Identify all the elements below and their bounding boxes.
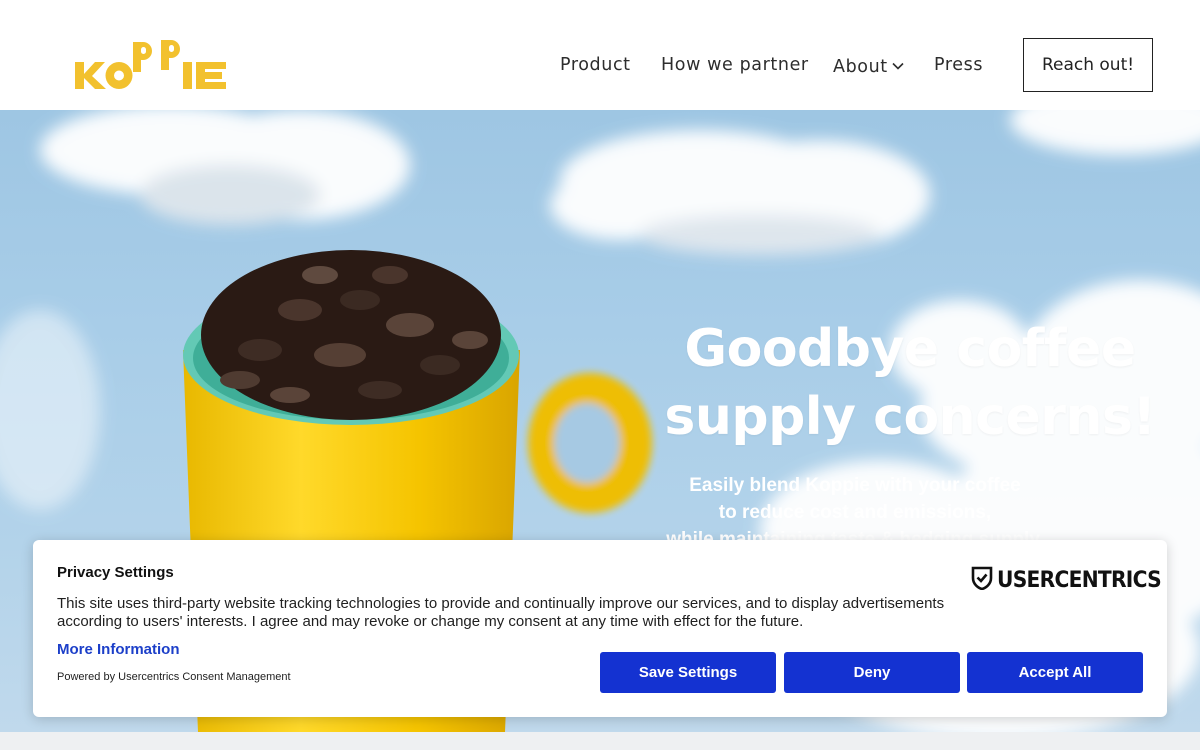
reach-out-button[interactable]: Reach out! — [1023, 38, 1153, 92]
usercentrics-wordmark: USERCENTRICS — [997, 567, 1162, 593]
hero-sub-line-2: to reduce cost and emissions, — [718, 502, 992, 523]
coffee-beans — [201, 250, 501, 420]
site-header: Product How we partner About Press Reach… — [0, 0, 1200, 110]
chevron-down-icon — [892, 55, 904, 75]
nav-about-label: About — [833, 57, 888, 77]
page-bottom-strip — [0, 732, 1200, 750]
privacy-consent-banner: Privacy Settings This site uses third-pa… — [33, 540, 1167, 717]
hero-headline-line-1: Goodbye coffee — [684, 319, 1136, 379]
consent-title: Privacy Settings — [57, 564, 174, 581]
powered-by-text: Powered by Usercentrics Consent Manageme… — [57, 671, 291, 683]
koppie-logo[interactable] — [73, 36, 229, 94]
hero-headline-line-2: supply concerns! — [664, 387, 1156, 447]
consent-text: This site uses third-party website track… — [57, 595, 945, 630]
usercentrics-logo: USERCENTRICS — [971, 566, 1175, 595]
nav-press[interactable]: Press — [934, 55, 983, 77]
accept-all-button[interactable]: Accept All — [967, 652, 1143, 693]
save-settings-button[interactable]: Save Settings — [600, 652, 776, 693]
usercentrics-shield-icon — [971, 566, 993, 595]
more-information-link[interactable]: More Information — [57, 641, 180, 658]
nav-about[interactable]: About — [833, 55, 904, 77]
hero-headline: Goodbye coffee supply concerns! — [640, 315, 1180, 451]
nav-product[interactable]: Product — [560, 55, 631, 77]
hero-sub-line-1: Easily blend Koppie with your coffee — [689, 475, 1021, 496]
deny-button[interactable]: Deny — [784, 652, 960, 693]
nav-how-we-partner[interactable]: How we partner — [661, 55, 809, 77]
